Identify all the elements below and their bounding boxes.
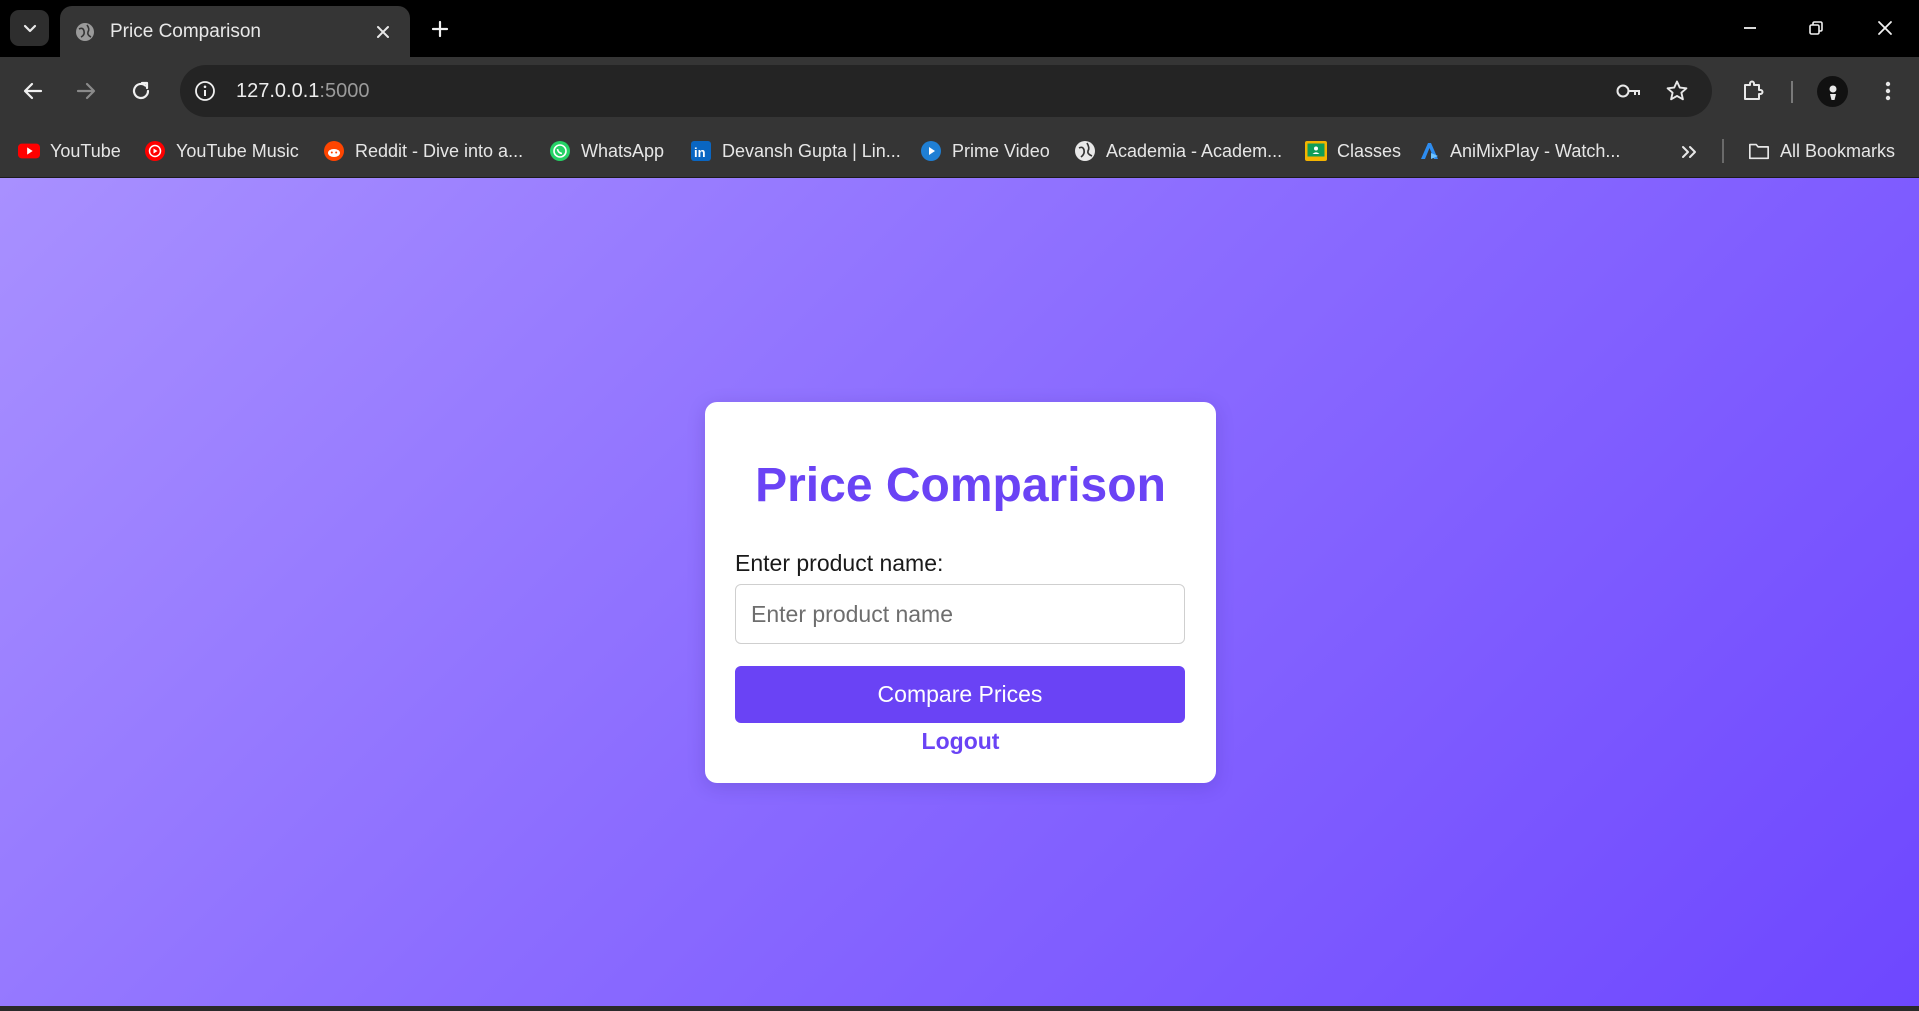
folder-icon [1748, 140, 1770, 162]
bookmark-youtube[interactable]: YouTube [18, 135, 121, 167]
product-name-label: Enter product name: [735, 550, 944, 576]
arrow-left-icon [23, 82, 43, 100]
bookmark-label: WhatsApp [581, 140, 665, 161]
bookmark-academia[interactable]: Academia - Academ... [1074, 135, 1282, 167]
incognito-avatar-icon [1829, 85, 1836, 100]
page-title: Price Comparison [755, 459, 1166, 512]
bookmarks-bar: YouTube YouTube Music Reddit - Dive into… [0, 125, 1919, 178]
address-bar[interactable]: 127.0.0.1:5000 [180, 65, 1712, 117]
bookmark-reddit[interactable]: Reddit - Dive into a... [323, 135, 523, 167]
info-icon [195, 81, 215, 101]
reddit-icon [323, 140, 345, 162]
browser-toolbar: 127.0.0.1:5000 [0, 57, 1919, 125]
tab-search-button[interactable] [10, 10, 49, 46]
key-icon [1616, 84, 1640, 98]
bookmark-linkedin[interactable]: in Devansh Gupta | Lin... [690, 135, 901, 167]
forward-button[interactable] [68, 73, 104, 109]
close-window-button[interactable] [1861, 8, 1909, 48]
url-port: :5000 [319, 79, 370, 102]
site-info-button[interactable] [188, 74, 222, 108]
bookmark-label: YouTube Music [176, 140, 299, 161]
bookmark-label: Academia - Academ... [1106, 140, 1283, 161]
bookmark-label: YouTube [50, 140, 121, 161]
browser-titlebar: Price Comparison [0, 0, 1919, 57]
youtube-icon [18, 140, 40, 162]
classroom-icon [1305, 140, 1327, 162]
youtube-music-icon [144, 140, 166, 162]
prime-video-icon [920, 140, 942, 162]
close-icon [1878, 21, 1892, 35]
new-tab-button[interactable] [424, 13, 456, 45]
window-bottom-border [0, 1006, 1919, 1011]
url-host: 127.0.0.1 [236, 79, 320, 102]
restore-button[interactable] [1792, 8, 1840, 48]
bookmark-star-button[interactable] [1660, 74, 1694, 108]
bookmarks-divider [1722, 139, 1724, 163]
globe-icon [74, 21, 96, 43]
puzzle-icon [1744, 80, 1764, 100]
bookmark-label: Devansh Gupta | Lin... [722, 140, 901, 161]
bookmark-label: AniMixPlay - Watch... [1450, 140, 1621, 161]
compare-prices-button[interactable]: Compare Prices [735, 666, 1185, 723]
price-comparison-card: Price Comparison Enter product name: Com… [705, 402, 1216, 783]
bookmark-youtube-music[interactable]: YouTube Music [144, 135, 299, 167]
bookmark-animixplay[interactable]: AniMixPlay - Watch... [1418, 135, 1620, 167]
menu-button[interactable] [1870, 73, 1906, 109]
password-manager-button[interactable] [1612, 74, 1646, 108]
extensions-button[interactable] [1735, 73, 1771, 109]
bookmark-prime-video[interactable]: Prime Video [920, 135, 1050, 167]
url-text: 127.0.0.1:5000 [236, 80, 369, 103]
star-icon [1666, 80, 1688, 101]
animixplay-icon [1418, 140, 1440, 162]
more-bookmarks-button[interactable] [1672, 137, 1706, 167]
bookmark-label: Prime Video [952, 140, 1050, 161]
toolbar-divider [1791, 81, 1793, 103]
bookmark-classes[interactable]: Classes [1305, 135, 1401, 167]
minimize-icon [1744, 27, 1756, 29]
all-bookmarks-button[interactable]: All Bookmarks [1748, 135, 1895, 167]
reload-icon [132, 81, 150, 100]
plus-icon [431, 20, 449, 38]
close-tab-button[interactable] [370, 19, 396, 45]
whatsapp-icon [549, 140, 571, 162]
close-icon [377, 25, 389, 38]
svg-text:in: in [694, 145, 706, 160]
arrow-right-icon [76, 82, 96, 100]
restore-icon [1809, 21, 1823, 35]
more-vertical-icon [1885, 81, 1891, 101]
bookmark-label: Classes [1337, 140, 1402, 161]
browser-tab[interactable]: Price Comparison [60, 6, 410, 57]
page-background: Price Comparison Enter product name: Com… [0, 178, 1919, 1006]
logout-link[interactable]: Logout [705, 728, 1216, 755]
globe-icon [1074, 140, 1096, 162]
tab-title: Price Comparison [110, 20, 261, 42]
profile-avatar[interactable] [1817, 76, 1848, 107]
reload-button[interactable] [123, 73, 159, 109]
bookmark-label: Reddit - Dive into a... [355, 140, 524, 161]
chevron-double-right-icon [1682, 146, 1696, 158]
linkedin-icon: in [690, 140, 712, 162]
bookmark-whatsapp[interactable]: WhatsApp [549, 135, 664, 167]
minimize-button[interactable] [1726, 8, 1774, 48]
product-name-input[interactable] [735, 584, 1185, 644]
back-button[interactable] [15, 73, 51, 109]
chevron-down-icon [23, 24, 36, 33]
all-bookmarks-label: All Bookmarks [1780, 140, 1896, 161]
